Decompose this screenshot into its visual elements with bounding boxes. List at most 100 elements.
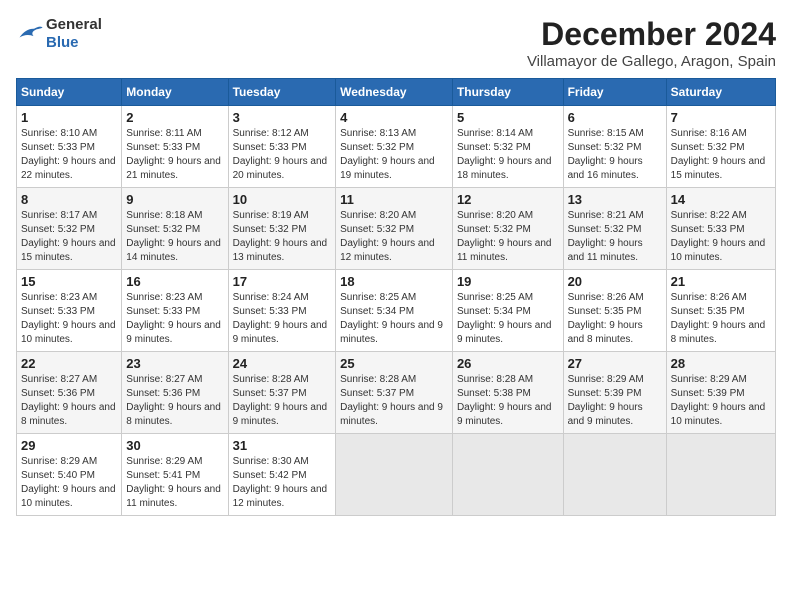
calendar-cell bbox=[563, 434, 666, 516]
calendar-cell: 9 Sunrise: 8:18 AM Sunset: 5:32 PM Dayli… bbox=[122, 188, 228, 270]
day-number: 6 bbox=[568, 110, 662, 125]
day-number: 12 bbox=[457, 192, 559, 207]
day-number: 13 bbox=[568, 192, 662, 207]
day-info: Sunrise: 8:28 AM Sunset: 5:37 PM Dayligh… bbox=[233, 373, 332, 429]
calendar-cell bbox=[666, 434, 775, 516]
day-number: 15 bbox=[21, 274, 117, 289]
calendar-cell: 31 Sunrise: 8:30 AM Sunset: 5:42 PM Dayl… bbox=[228, 434, 336, 516]
day-of-week-header: Monday bbox=[122, 79, 228, 106]
day-number: 21 bbox=[671, 274, 771, 289]
day-of-week-header: Saturday bbox=[666, 79, 775, 106]
day-number: 2 bbox=[126, 110, 223, 125]
day-info: Sunrise: 8:29 AM Sunset: 5:41 PM Dayligh… bbox=[126, 455, 223, 511]
day-info: Sunrise: 8:20 AM Sunset: 5:32 PM Dayligh… bbox=[340, 209, 448, 265]
day-number: 3 bbox=[233, 110, 332, 125]
calendar-cell: 26 Sunrise: 8:28 AM Sunset: 5:38 PM Dayl… bbox=[452, 352, 563, 434]
calendar-cell bbox=[336, 434, 453, 516]
calendar-cell: 17 Sunrise: 8:24 AM Sunset: 5:33 PM Dayl… bbox=[228, 270, 336, 352]
day-number: 16 bbox=[126, 274, 223, 289]
day-info: Sunrise: 8:28 AM Sunset: 5:38 PM Dayligh… bbox=[457, 373, 559, 429]
day-of-week-header: Friday bbox=[563, 79, 666, 106]
logo-blue-text: Blue bbox=[46, 34, 79, 51]
day-info: Sunrise: 8:16 AM Sunset: 5:32 PM Dayligh… bbox=[671, 127, 771, 183]
day-number: 30 bbox=[126, 438, 223, 453]
calendar-cell: 10 Sunrise: 8:19 AM Sunset: 5:32 PM Dayl… bbox=[228, 188, 336, 270]
day-info: Sunrise: 8:26 AM Sunset: 5:35 PM Dayligh… bbox=[671, 291, 771, 347]
day-number: 22 bbox=[21, 356, 117, 371]
calendar-cell: 11 Sunrise: 8:20 AM Sunset: 5:32 PM Dayl… bbox=[336, 188, 453, 270]
calendar-cell: 16 Sunrise: 8:23 AM Sunset: 5:33 PM Dayl… bbox=[122, 270, 228, 352]
day-number: 18 bbox=[340, 274, 448, 289]
day-number: 4 bbox=[340, 110, 448, 125]
day-number: 20 bbox=[568, 274, 662, 289]
day-number: 7 bbox=[671, 110, 771, 125]
calendar-cell: 28 Sunrise: 8:29 AM Sunset: 5:39 PM Dayl… bbox=[666, 352, 775, 434]
logo-bird-icon bbox=[16, 23, 44, 45]
day-number: 5 bbox=[457, 110, 559, 125]
day-info: Sunrise: 8:18 AM Sunset: 5:32 PM Dayligh… bbox=[126, 209, 223, 265]
calendar-cell: 4 Sunrise: 8:13 AM Sunset: 5:32 PM Dayli… bbox=[336, 106, 453, 188]
calendar-cell: 7 Sunrise: 8:16 AM Sunset: 5:32 PM Dayli… bbox=[666, 106, 775, 188]
calendar-cell: 22 Sunrise: 8:27 AM Sunset: 5:36 PM Dayl… bbox=[17, 352, 122, 434]
day-number: 29 bbox=[21, 438, 117, 453]
day-number: 24 bbox=[233, 356, 332, 371]
day-info: Sunrise: 8:12 AM Sunset: 5:33 PM Dayligh… bbox=[233, 127, 332, 183]
calendar-cell: 18 Sunrise: 8:25 AM Sunset: 5:34 PM Dayl… bbox=[336, 270, 453, 352]
calendar-cell: 20 Sunrise: 8:26 AM Sunset: 5:35 PM Dayl… bbox=[563, 270, 666, 352]
day-of-week-header: Wednesday bbox=[336, 79, 453, 106]
day-info: Sunrise: 8:29 AM Sunset: 5:39 PM Dayligh… bbox=[671, 373, 771, 429]
calendar-cell: 5 Sunrise: 8:14 AM Sunset: 5:32 PM Dayli… bbox=[452, 106, 563, 188]
day-info: Sunrise: 8:11 AM Sunset: 5:33 PM Dayligh… bbox=[126, 127, 223, 183]
calendar-subtitle: Villamayor de Gallego, Aragon, Spain bbox=[527, 53, 776, 70]
day-info: Sunrise: 8:27 AM Sunset: 5:36 PM Dayligh… bbox=[126, 373, 223, 429]
calendar-cell bbox=[452, 434, 563, 516]
calendar-cell: 27 Sunrise: 8:29 AM Sunset: 5:39 PM Dayl… bbox=[563, 352, 666, 434]
day-number: 19 bbox=[457, 274, 559, 289]
calendar-table: SundayMondayTuesdayWednesdayThursdayFrid… bbox=[16, 78, 776, 516]
day-of-week-header: Sunday bbox=[17, 79, 122, 106]
day-info: Sunrise: 8:24 AM Sunset: 5:33 PM Dayligh… bbox=[233, 291, 332, 347]
day-info: Sunrise: 8:17 AM Sunset: 5:32 PM Dayligh… bbox=[21, 209, 117, 265]
calendar-cell: 14 Sunrise: 8:22 AM Sunset: 5:33 PM Dayl… bbox=[666, 188, 775, 270]
calendar-cell: 12 Sunrise: 8:20 AM Sunset: 5:32 PM Dayl… bbox=[452, 188, 563, 270]
day-number: 31 bbox=[233, 438, 332, 453]
calendar-cell: 29 Sunrise: 8:29 AM Sunset: 5:40 PM Dayl… bbox=[17, 434, 122, 516]
calendar-cell: 21 Sunrise: 8:26 AM Sunset: 5:35 PM Dayl… bbox=[666, 270, 775, 352]
calendar-cell: 8 Sunrise: 8:17 AM Sunset: 5:32 PM Dayli… bbox=[17, 188, 122, 270]
day-info: Sunrise: 8:10 AM Sunset: 5:33 PM Dayligh… bbox=[21, 127, 117, 183]
day-info: Sunrise: 8:29 AM Sunset: 5:39 PM Dayligh… bbox=[568, 373, 662, 429]
calendar-cell: 25 Sunrise: 8:28 AM Sunset: 5:37 PM Dayl… bbox=[336, 352, 453, 434]
day-info: Sunrise: 8:23 AM Sunset: 5:33 PM Dayligh… bbox=[126, 291, 223, 347]
day-number: 27 bbox=[568, 356, 662, 371]
day-info: Sunrise: 8:29 AM Sunset: 5:40 PM Dayligh… bbox=[21, 455, 117, 511]
day-number: 8 bbox=[21, 192, 117, 207]
day-info: Sunrise: 8:22 AM Sunset: 5:33 PM Dayligh… bbox=[671, 209, 771, 265]
day-number: 11 bbox=[340, 192, 448, 207]
day-info: Sunrise: 8:13 AM Sunset: 5:32 PM Dayligh… bbox=[340, 127, 448, 183]
day-info: Sunrise: 8:20 AM Sunset: 5:32 PM Dayligh… bbox=[457, 209, 559, 265]
day-number: 10 bbox=[233, 192, 332, 207]
calendar-cell: 30 Sunrise: 8:29 AM Sunset: 5:41 PM Dayl… bbox=[122, 434, 228, 516]
day-info: Sunrise: 8:26 AM Sunset: 5:35 PM Dayligh… bbox=[568, 291, 662, 347]
calendar-title: December 2024 bbox=[527, 16, 776, 53]
calendar-cell: 23 Sunrise: 8:27 AM Sunset: 5:36 PM Dayl… bbox=[122, 352, 228, 434]
calendar-cell: 6 Sunrise: 8:15 AM Sunset: 5:32 PM Dayli… bbox=[563, 106, 666, 188]
day-number: 9 bbox=[126, 192, 223, 207]
day-number: 1 bbox=[21, 110, 117, 125]
calendar-cell: 1 Sunrise: 8:10 AM Sunset: 5:33 PM Dayli… bbox=[17, 106, 122, 188]
day-info: Sunrise: 8:25 AM Sunset: 5:34 PM Dayligh… bbox=[457, 291, 559, 347]
day-info: Sunrise: 8:30 AM Sunset: 5:42 PM Dayligh… bbox=[233, 455, 332, 511]
day-number: 17 bbox=[233, 274, 332, 289]
day-number: 25 bbox=[340, 356, 448, 371]
calendar-cell: 13 Sunrise: 8:21 AM Sunset: 5:32 PM Dayl… bbox=[563, 188, 666, 270]
day-info: Sunrise: 8:19 AM Sunset: 5:32 PM Dayligh… bbox=[233, 209, 332, 265]
day-info: Sunrise: 8:27 AM Sunset: 5:36 PM Dayligh… bbox=[21, 373, 117, 429]
title-area: December 2024 Villamayor de Gallego, Ara… bbox=[527, 16, 776, 70]
day-number: 14 bbox=[671, 192, 771, 207]
day-number: 23 bbox=[126, 356, 223, 371]
day-info: Sunrise: 8:14 AM Sunset: 5:32 PM Dayligh… bbox=[457, 127, 559, 183]
logo: General Blue bbox=[16, 16, 102, 52]
calendar-cell: 15 Sunrise: 8:23 AM Sunset: 5:33 PM Dayl… bbox=[17, 270, 122, 352]
day-of-week-header: Tuesday bbox=[228, 79, 336, 106]
page-header: General Blue December 2024 Villamayor de… bbox=[16, 16, 776, 70]
